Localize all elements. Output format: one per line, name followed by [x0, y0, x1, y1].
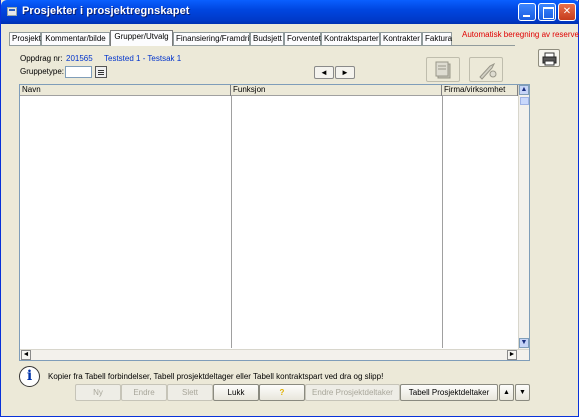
move-up-button[interactable]: ▲ [499, 384, 514, 401]
minimize-button[interactable] [518, 3, 536, 21]
scroll-thumb[interactable] [520, 97, 529, 105]
horizontal-scrollbar[interactable]: ◄ ► [20, 349, 529, 360]
tab-kommentar-bilde[interactable]: Kommentar/bilde [41, 32, 110, 46]
participants-table[interactable]: Navn Funksjon Firma/virksomhet ▲ ▼ ◄ ► [19, 84, 530, 361]
document-icon [435, 61, 451, 79]
printer-icon [542, 52, 557, 66]
vertical-scrollbar[interactable]: ▲ ▼ [518, 85, 529, 349]
window-title: Prosjekter i prosjektregnskapet [22, 5, 190, 17]
tab-prosjekt[interactable]: Prosjekt [9, 32, 41, 46]
table-header: Navn Funksjon Firma/virksomhet [20, 85, 518, 96]
tab-kontraktsparter[interactable]: Kontraktsparter [321, 32, 380, 46]
copy-document-button[interactable] [426, 57, 460, 82]
new-button[interactable]: Ny [75, 384, 121, 401]
column-header-firma[interactable]: Firma/virksomhet [442, 85, 518, 96]
column-divider [442, 96, 443, 348]
oppdrag-number: 201565 [66, 54, 93, 63]
edit-tool-button[interactable] [469, 57, 503, 82]
move-down-button[interactable]: ▼ [515, 384, 530, 401]
tool-icon [479, 62, 497, 80]
participant-table-button[interactable]: Tabell Prosjektdeltaker [400, 384, 498, 401]
auto-calc-notice: Automatisk beregning av reserver! [462, 30, 579, 39]
tab-divider [9, 45, 515, 46]
app-icon [7, 7, 17, 16]
tab-faktura[interactable]: Faktura [422, 32, 452, 46]
column-header-funksjon[interactable]: Funksjon [231, 85, 442, 96]
edit-participant-button[interactable]: Endre Prosjektdeltaker [305, 384, 400, 401]
oppdrag-name: Teststed 1 - Testsak 1 [104, 54, 182, 63]
gruppetype-lookup-button[interactable] [95, 66, 107, 78]
gruppetype-label: Gruppetype: [20, 67, 65, 76]
drag-drop-hint: Kopier fra Tabell forbindelser, Tabell p… [48, 372, 384, 381]
next-record-button[interactable]: ► [335, 66, 355, 79]
tab-finansiering-framdrift[interactable]: Finansiering/Framdrift [173, 32, 254, 46]
scroll-left-arrow[interactable]: ◄ [21, 350, 31, 360]
scroll-down-arrow[interactable]: ▼ [519, 338, 529, 348]
title-bar[interactable]: Prosjekter i prosjektregnskapet ✕ [1, 0, 579, 24]
column-divider [231, 96, 232, 348]
print-button[interactable] [538, 49, 560, 67]
main-window: Prosjekter i prosjektregnskapet ✕ Prosje… [0, 0, 579, 417]
tab-forventet[interactable]: Forventet [284, 32, 321, 46]
column-header-navn[interactable]: Navn [20, 85, 231, 96]
tab-kontrakter[interactable]: Kontrakter [380, 32, 422, 46]
maximize-button[interactable] [538, 3, 556, 21]
oppdrag-label: Oppdrag nr: [20, 54, 63, 63]
prev-record-button[interactable]: ◄ [314, 66, 334, 79]
scroll-up-arrow[interactable]: ▲ [519, 85, 529, 95]
tab-budsjett[interactable]: Budsjett [250, 32, 284, 46]
help-button[interactable]: ? [259, 384, 305, 401]
info-icon: i [19, 366, 40, 387]
gruppetype-field[interactable] [65, 66, 92, 78]
scroll-right-arrow[interactable]: ► [507, 350, 517, 360]
delete-button[interactable]: Slett [167, 384, 213, 401]
close-form-button[interactable]: Lukk [213, 384, 259, 401]
close-button[interactable]: ✕ [558, 3, 576, 21]
edit-button[interactable]: Endre [121, 384, 167, 401]
tab-grupper-utvalg[interactable]: Grupper/Utvalg [110, 30, 173, 46]
